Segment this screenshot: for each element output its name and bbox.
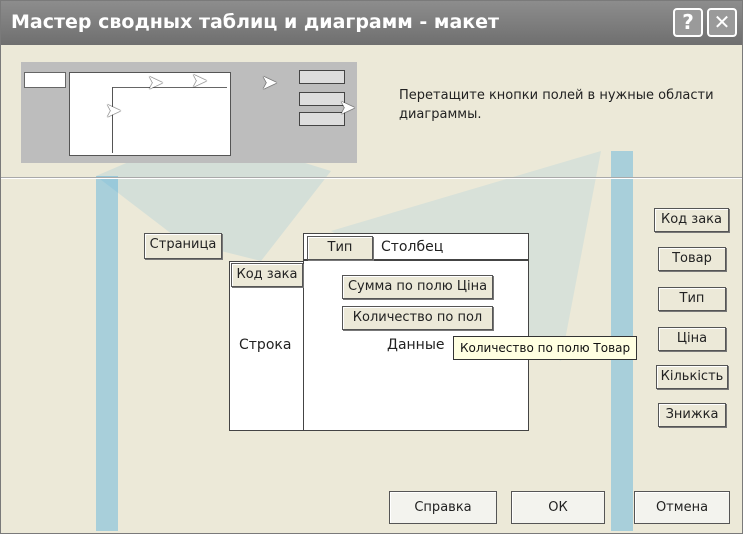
column-field-type[interactable]: Тип [307,236,373,260]
instruction-text: Перетащите кнопки полей в нужные области… [399,88,714,122]
cancel-button-label: Отмена [655,500,709,515]
divider [1,177,742,179]
data-field-sum-price[interactable]: Сумма по полю Ціна [342,275,493,299]
preview-column-area [112,73,227,88]
pivot-layout-dialog: Мастер сводных таблиц и диаграмм - макет… [0,0,743,534]
field-button-quantity[interactable]: Кількість [656,365,728,389]
layout-preview-image: ➤ ➤ ➤ ➤ ➤ [21,62,357,163]
page-area[interactable]: Страница [144,233,222,259]
field-button-price[interactable]: Ціна [658,327,726,351]
help-button-label: Справка [414,500,472,515]
field-button-type[interactable]: Тип [658,287,726,311]
help-icon[interactable]: ? [673,8,703,37]
field-button-order-code[interactable]: Код зака [654,208,729,232]
data-field-count-product[interactable]: Количество по пол [342,306,493,330]
field-button-discount[interactable]: Знижка [658,403,726,427]
row-area-label: Строка [239,337,292,353]
cursor-icon: ➤ [261,70,278,94]
window-title: Мастер сводных таблиц и диаграмм - макет [11,11,500,33]
cancel-button[interactable]: Отмена [634,491,730,524]
column-area-label: Столбец [381,239,444,255]
cursor-icon: ➤ [105,98,122,122]
cursor-icon: ➤ [147,70,164,94]
help-button[interactable]: Справка [389,491,497,524]
preview-field-button [299,70,345,84]
row-field-order-code[interactable]: Код зака [231,263,303,287]
title-bar: Мастер сводных таблиц и диаграмм - макет… [1,1,742,45]
data-area-label: Данные [387,337,445,353]
field-tooltip: Количество по полю Товар [453,336,638,360]
preview-page-area [24,72,66,88]
ok-button-label: ОК [548,500,568,515]
cursor-icon: ➤ [191,68,208,92]
ok-button[interactable]: ОК [511,491,605,524]
field-button-product[interactable]: Товар [658,247,726,271]
close-icon[interactable]: ✕ [707,8,737,37]
pivot-table-area[interactable] [303,233,529,431]
cursor-icon: ➤ [339,95,356,119]
